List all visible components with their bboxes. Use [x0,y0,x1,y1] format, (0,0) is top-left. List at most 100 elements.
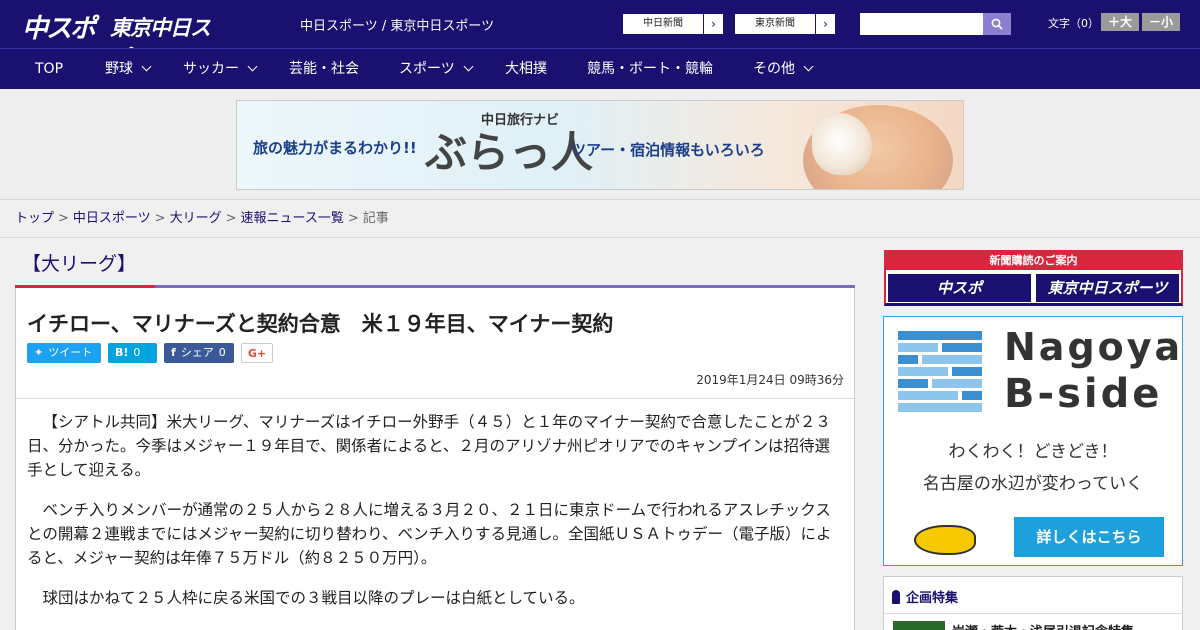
breadcrumb-news-list[interactable]: 速報ニュース一覧 [241,211,344,226]
breadcrumb-separator: > [58,211,69,226]
google-plus-icon: G+ [247,347,267,360]
brick [898,379,928,388]
banner-brand-small: 中日旅行ナビ [481,113,560,128]
breadcrumb-chunichi-sports[interactable]: 中日スポーツ [73,211,151,226]
twitter-icon: ✦ [34,346,44,359]
brick [898,403,982,412]
font-increase-button[interactable]: ＋大 [1101,13,1139,31]
chevron-down-icon [247,61,258,72]
nav-item-label: 競馬・ボート・競輪 [587,61,713,77]
subscribe-chunichi-sports-button[interactable]: 中スポ [888,274,1031,302]
brick [898,355,918,364]
nav-item-label: その他 [753,61,795,77]
nagoya-bside-ad[interactable]: Nagoya B-side わくわく！どきどき！ 名古屋の水辺が変わっていく 詳… [883,316,1183,566]
paper-link-label: 中日新聞 [643,18,683,29]
chevron-down-icon [803,61,814,72]
brick [898,343,938,352]
nav-item-label: TOP [35,61,64,77]
hatena-icon: B! [115,346,129,359]
site-header: 中スポ 東京中日スポーツ 中日スポーツ / 東京中日スポーツ 中日新聞 › 東京… [0,0,1200,70]
mascot-fish-icon [914,525,976,555]
travel-ad-banner[interactable]: 旅の魅力がまるわかり!! ぶらっ人 中日旅行ナビ ツアー・宿泊情報もいろいろ [236,100,964,190]
search-button[interactable] [983,13,1011,35]
brick [962,391,982,400]
ad-tagline-2: 名古屋の水辺が変わっていく [922,474,1144,494]
article-card: イチロー、マリナーズと契約合意 米１９年目、マイナー契約 ✦ ツイート B! 0 f… [15,288,855,630]
tweet-label: ツイート [48,346,93,359]
divider [16,398,854,399]
chevron-right-icon: › [703,14,723,34]
tokyo-shimbun-link[interactable]: 東京新聞 › [734,13,836,35]
nav-item-label: 芸能・社会 [289,61,359,77]
banner-lead: 旅の魅力がまるわかり!! [253,139,417,157]
brick [932,379,982,388]
facebook-count: 0 [218,346,226,359]
feature-section: 企画特集 岩瀬・荒木・浅尾引退記念特集 [883,576,1183,630]
search-icon [991,18,1003,30]
chunichi-shimbun-link[interactable]: 中日新聞 › [622,13,724,35]
facebook-share-button[interactable]: f シェア 0 [164,343,234,363]
article-date: 2019年1月24日 09時36分 [696,373,844,387]
nav-item-sports[interactable]: スポーツ [399,49,474,89]
brick [898,331,982,340]
feature-item-link[interactable]: 岩瀬・荒木・浅尾引退記念特集 [952,621,1134,630]
category-label: 【大リーグ】 [22,253,137,275]
subscription-box: 新聞購読のご案内 中スポ 東京中日スポーツ [884,250,1183,306]
facebook-label: シェア [180,346,214,359]
subscription-header: 新聞購読のご案内 [886,252,1181,270]
nav-item-label: スポーツ [399,61,455,77]
feature-thumbnail[interactable] [893,621,945,630]
banner-tail: ツアー・宿泊情報もいろいろ [571,141,765,159]
nav-item-entertainment[interactable]: 芸能・社会 [289,49,359,89]
brick [922,355,982,364]
nav-item-label: 野球 [105,61,133,77]
tweet-button[interactable]: ✦ ツイート [27,343,101,363]
paper-link-label: 東京新聞 [755,18,795,29]
brick [942,343,982,352]
pin-icon [892,590,900,604]
breadcrumb-mlb[interactable]: 大リーグ [170,211,222,226]
nav-item-label: サッカー [183,61,239,77]
google-plus-button[interactable]: G+ [241,343,273,363]
subscribe-tokyo-chunichi-button[interactable]: 東京中日スポーツ [1036,274,1179,302]
article-body: 【シアトル共同】米大リーグ、マリナーズはイチロー外野手（４５）と１年のマイナー契… [27,410,845,626]
main-nav: TOP 野球 サッカー 芸能・社会 スポーツ 大相撲 競馬・ボート・競輪 その他 [0,48,1200,89]
facebook-icon: f [171,346,176,359]
ad-details-button[interactable]: 詳しくはこちら [1014,517,1164,557]
font-decrease-button[interactable]: －小 [1142,13,1180,31]
article-paragraph: ベンチ入りメンバーが通常の２５人から２８人に増える３月２０、２１日に東京ドームで… [27,501,832,567]
site-tagline: 中日スポーツ / 東京中日スポーツ [300,19,495,34]
breadcrumb-separator: > [347,211,359,226]
breadcrumb-top[interactable]: トップ [15,211,54,226]
nav-item-racing[interactable]: 競馬・ボート・競輪 [587,49,713,89]
brick [898,367,948,376]
nav-item-other[interactable]: その他 [753,49,814,89]
banner-area: 旅の魅力がまるわかり!! ぶらっ人 中日旅行ナビ ツアー・宿泊情報もいろいろ [0,89,1200,200]
search-input[interactable] [860,13,983,35]
logo-primary: 中スポ [22,14,96,44]
chevron-right-icon: › [815,14,835,34]
ad-tagline-1: わくわく！どきどき！ [948,442,1118,462]
article-paragraph: 【シアトル共同】米大リーグ、マリナーズはイチロー外野手（４５）と１年のマイナー契… [27,413,831,479]
nav-item-sumo[interactable]: 大相撲 [505,49,547,89]
feature-heading: 企画特集 [892,587,958,606]
breadcrumb-separator: > [154,211,166,226]
breadcrumb: トップ > 中日スポーツ > 大リーグ > 速報ニュース一覧 > 記事 [0,200,1200,238]
breadcrumb-separator: > [225,211,237,226]
chevron-down-icon [463,61,474,72]
banner-brand-big: ぶらっ人 [425,128,594,177]
divider [884,613,1182,614]
brick-logo-icon [898,331,982,413]
brick [898,391,958,400]
nav-item-baseball[interactable]: 野球 [105,49,152,89]
font-size-label: 文字（0） [1048,17,1099,30]
nav-item-top[interactable]: TOP [35,49,63,89]
ad-title-line2: B-side [1004,371,1163,417]
hatena-bookmark-button[interactable]: B! 0 [108,343,157,363]
article-title: イチロー、マリナーズと契約合意 米１９年目、マイナー契約 [27,312,614,336]
nav-item-soccer[interactable]: サッカー [183,49,258,89]
nav-item-label: 大相撲 [505,61,547,77]
brick [952,367,982,376]
ad-title-line1: Nagoya [1004,325,1184,369]
article-paragraph: 球団はかねて２５人枠に戻る米国での３戦目以降のプレーは白紙としている。 [42,589,585,607]
